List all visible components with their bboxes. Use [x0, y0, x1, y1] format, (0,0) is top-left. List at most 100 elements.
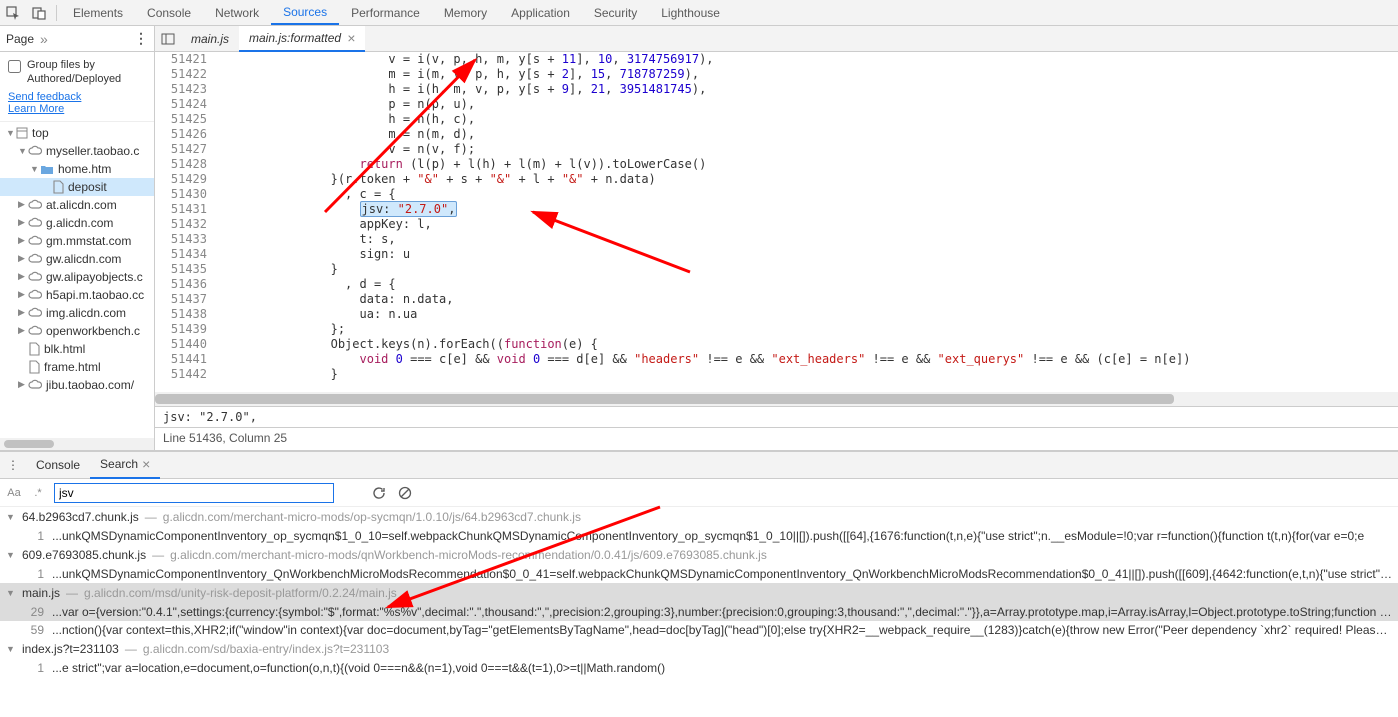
tree-item[interactable]: ▼home.htm	[0, 160, 154, 178]
tree-item[interactable]: ▼myseller.taobao.c	[0, 142, 154, 160]
devtools-toolbar: ElementsConsoleNetworkSourcesPerformance…	[0, 0, 1398, 26]
cloud-icon	[28, 289, 42, 301]
tree-item[interactable]: ▶gw.alipayobjects.c	[0, 268, 154, 286]
tree-item[interactable]: deposit	[0, 178, 154, 196]
panel-tab-lighthouse[interactable]: Lighthouse	[649, 0, 732, 25]
drawer-tab-console[interactable]: Console	[26, 452, 90, 479]
group-files-checkbox[interactable]	[8, 60, 21, 73]
file-icon	[28, 342, 40, 356]
tree-item[interactable]: ▶g.alicdn.com	[0, 214, 154, 232]
tree-item[interactable]: ▶img.alicdn.com	[0, 304, 154, 322]
search-result-line[interactable]: 1...e strict";var a=location,e=document,…	[0, 659, 1398, 677]
tree-item-label: h5api.m.taobao.cc	[46, 288, 144, 302]
file-tab-name: main.js	[191, 32, 229, 46]
tree-item-label: g.alicdn.com	[46, 216, 113, 230]
tree-item[interactable]: ▶openworkbench.c	[0, 322, 154, 340]
panel-tabs: ElementsConsoleNetworkSourcesPerformance…	[61, 0, 732, 25]
result-filename: main.js	[22, 586, 60, 600]
search-input[interactable]	[54, 483, 334, 503]
drawer-more-icon[interactable]: ⋮	[0, 458, 26, 472]
drawer-tab-search[interactable]: Search ×	[90, 452, 160, 479]
result-path: g.alicdn.com/merchant-micro-mods/qnWorkb…	[170, 548, 767, 562]
tree-item-label: jibu.taobao.com/	[46, 378, 134, 392]
tree-item-label: frame.html	[44, 360, 101, 374]
tree-item[interactable]: blk.html	[0, 340, 154, 358]
tree-item[interactable]: ▼top	[0, 124, 154, 142]
search-result-line[interactable]: 29 ...var o={version:"0.4.1",settings:{cu…	[0, 603, 1398, 621]
cloud-icon	[28, 253, 42, 265]
tree-item-label: top	[32, 126, 49, 140]
refresh-icon[interactable]	[370, 484, 388, 502]
result-line-number: 29	[24, 605, 44, 619]
file-tab[interactable]: main.js	[181, 26, 239, 52]
tree-item-label: at.alicdn.com	[46, 198, 117, 212]
tree-item-label: deposit	[68, 180, 107, 194]
result-path: g.alicdn.com/sd/baxia-entry/index.js?t=2…	[143, 642, 389, 656]
panel-tab-sources[interactable]: Sources	[271, 0, 339, 25]
tree-item-label: openworkbench.c	[46, 324, 140, 338]
chevron-right-icon[interactable]: »	[40, 31, 48, 47]
file-tab-name: main.js:formatted	[249, 31, 341, 45]
clear-icon[interactable]	[396, 484, 414, 502]
search-result-line[interactable]: 59 ...nction(){var context=this,XHR2;if("…	[0, 621, 1398, 639]
close-icon[interactable]: ×	[142, 456, 150, 472]
search-result-line[interactable]: 1...unkQMSDynamicComponentInventory_op_s…	[0, 527, 1398, 545]
group-files-label: Group files by Authored/Deployed	[27, 58, 146, 87]
tree-item-label: myseller.taobao.c	[46, 144, 139, 158]
result-path: g.alicdn.com/msd/unity-risk-deposit-plat…	[84, 586, 397, 600]
regex-toggle[interactable]: .*	[30, 487, 46, 499]
result-line-number: 59	[24, 623, 44, 637]
result-snippet: ...var o={version:"0.4.1",settings:{curr…	[52, 605, 1392, 619]
panel-tab-performance[interactable]: Performance	[339, 0, 432, 25]
cloud-icon	[28, 199, 42, 211]
tree-item-label: gw.alipayobjects.c	[46, 270, 143, 284]
search-results: ▼64.b2963cd7.chunk.js—g.alicdn.com/merch…	[0, 507, 1398, 677]
tree-item[interactable]: ▶gm.mmstat.com	[0, 232, 154, 250]
search-result-file[interactable]: ▼609.e7693085.chunk.js—g.alicdn.com/merc…	[0, 545, 1398, 565]
toggle-navigator-icon[interactable]	[155, 26, 181, 52]
result-path: g.alicdn.com/merchant-micro-mods/op-sycm…	[163, 510, 581, 524]
tree-item-label: home.htm	[58, 162, 111, 176]
search-result-file[interactable]: ▼64.b2963cd7.chunk.js—g.alicdn.com/merch…	[0, 507, 1398, 527]
code-editor[interactable]: 5142151422514235142451425514265142751428…	[155, 52, 1398, 392]
result-filename: index.js?t=231103	[22, 642, 119, 656]
panel-tab-elements[interactable]: Elements	[61, 0, 135, 25]
inspect-icon[interactable]	[0, 0, 26, 26]
file-tree: ▼top▼myseller.taobao.c▼home.htm deposit ▶a…	[0, 122, 154, 438]
panel-tab-memory[interactable]: Memory	[432, 0, 499, 25]
cloud-icon	[28, 145, 42, 157]
search-result-file[interactable]: ▼index.js?t=231103—g.alicdn.com/sd/baxia…	[0, 639, 1398, 659]
tree-item[interactable]: ▶gw.alicdn.com	[0, 250, 154, 268]
cloud-icon	[28, 325, 42, 337]
file-icon	[52, 180, 64, 194]
sidebar-scrollbar[interactable]	[0, 438, 154, 450]
cloud-icon	[28, 217, 42, 229]
result-snippet: ...unkQMSDynamicComponentInventory_QnWor…	[52, 567, 1392, 581]
send-feedback-link[interactable]: Send feedback	[8, 91, 146, 103]
panel-tab-console[interactable]: Console	[135, 0, 203, 25]
match-case-toggle[interactable]: Aa	[6, 487, 22, 499]
close-icon[interactable]: ×	[347, 30, 355, 46]
result-snippet: ...nction(){var context=this,XHR2;if("wi…	[52, 623, 1392, 637]
file-tab[interactable]: main.js:formatted ×	[239, 26, 365, 52]
panel-tab-network[interactable]: Network	[203, 0, 271, 25]
search-result-file[interactable]: ▼main.js—g.alicdn.com/msd/unity-risk-dep…	[0, 583, 1398, 603]
code-highlight-bar: jsv: "2.7.0",	[155, 406, 1398, 428]
window-icon	[16, 127, 28, 139]
cloud-icon	[28, 271, 42, 283]
device-toggle-icon[interactable]	[26, 0, 52, 26]
tree-item[interactable]: ▶at.alicdn.com	[0, 196, 154, 214]
tree-item[interactable]: frame.html	[0, 358, 154, 376]
result-line-number: 1	[24, 661, 44, 675]
folder-icon	[40, 163, 54, 175]
panel-tab-security[interactable]: Security	[582, 0, 649, 25]
result-filename: 609.e7693085.chunk.js	[22, 548, 146, 562]
learn-more-link[interactable]: Learn More	[8, 103, 146, 115]
code-scrollbar[interactable]	[155, 392, 1398, 406]
more-options-icon[interactable]: ⋮	[134, 30, 148, 47]
panel-tab-application[interactable]: Application	[499, 0, 582, 25]
tree-item[interactable]: ▶jibu.taobao.com/	[0, 376, 154, 394]
sidebar-title[interactable]: Page	[6, 32, 34, 46]
search-result-line[interactable]: 1...unkQMSDynamicComponentInventory_QnWo…	[0, 565, 1398, 583]
tree-item[interactable]: ▶h5api.m.taobao.cc	[0, 286, 154, 304]
